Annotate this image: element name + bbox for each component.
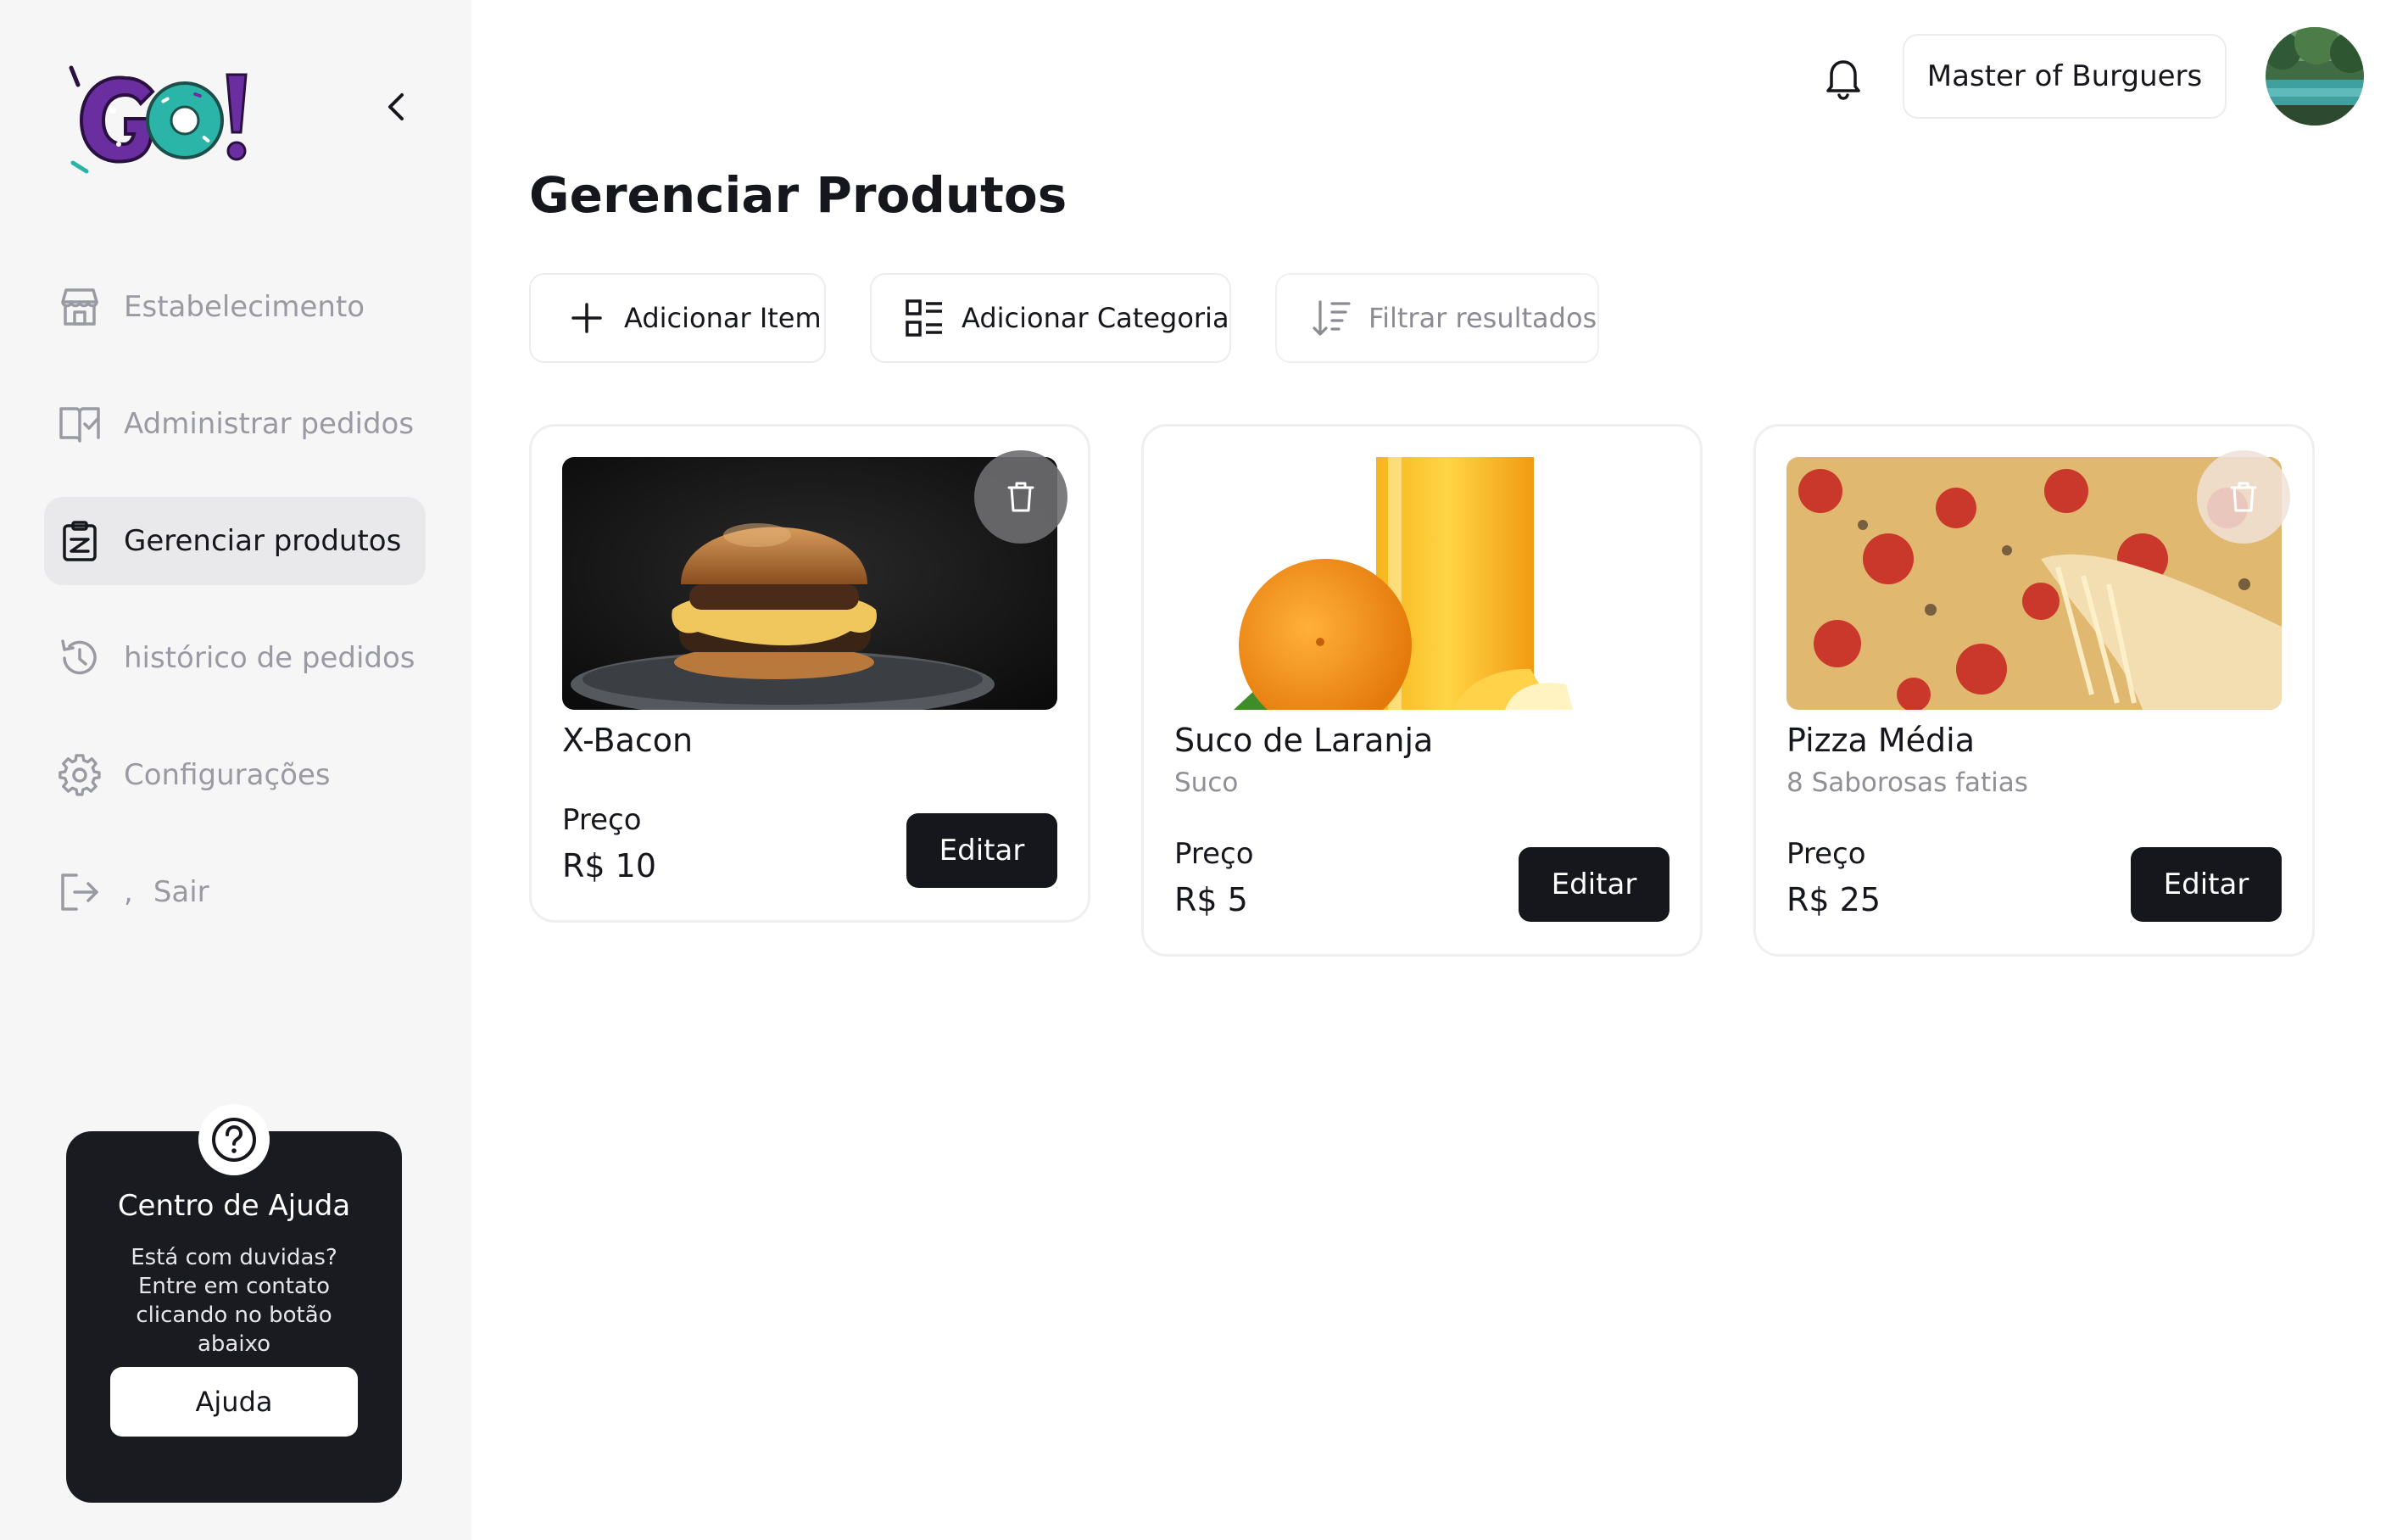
sidebar-item-gerenciar-produtos[interactable]: Gerenciar produtos [44, 497, 426, 585]
edit-product-button[interactable]: Editar [2131, 847, 2282, 922]
product-price: R$ 10 [562, 847, 657, 884]
store-selector[interactable]: Master of Burguers [1903, 34, 2227, 119]
sidebar-item-separator: , [124, 875, 133, 909]
help-text: Está com duvidas? Entre em contato clica… [131, 1245, 337, 1357]
bell-icon [1826, 60, 1860, 100]
collapse-sidebar-button[interactable] [373, 83, 421, 131]
question-icon [212, 1118, 256, 1162]
product-image-orange-juice [1174, 457, 1669, 710]
clipboard-icon [56, 517, 103, 565]
price-label: Preço [562, 803, 642, 837]
sidebar-item-label: Administrar pedidos [124, 407, 415, 441]
history-icon [56, 634, 103, 682]
add-item-button[interactable]: Adicionar Item [529, 273, 826, 363]
product-description: Suco [1174, 767, 1239, 798]
help-title: Centro de Ajuda [117, 1189, 351, 1223]
delete-product-button[interactable] [2197, 450, 2290, 544]
product-price: R$ 25 [1786, 881, 1881, 918]
product-card-suco-de-laranja: Suco de Laranja Suco Preço R$ 5 Editar [1141, 424, 1703, 957]
sort-filter-icon [1311, 298, 1352, 338]
avatar[interactable] [2266, 27, 2364, 126]
product-name: X-Bacon [562, 722, 694, 759]
sidebar-item-label: Configurações [124, 758, 331, 792]
sidebar: Estabelecimento Administrar pedidos Gere… [0, 0, 471, 1540]
avatar-image [2266, 27, 2364, 126]
add-category-label: Adicionar Categoria [962, 302, 1229, 334]
edit-product-button[interactable]: Editar [906, 813, 1057, 888]
sidebar-item-label: Sair [153, 875, 209, 909]
trash-icon [1007, 482, 1034, 512]
notifications-button[interactable] [1820, 54, 1867, 102]
plus-icon [566, 298, 607, 338]
filter-results-button[interactable]: Filtrar resultados [1275, 273, 1599, 363]
sidebar-item-label: Estabelecimento [124, 290, 365, 324]
delete-product-button[interactable] [974, 450, 1067, 544]
trash-icon [2230, 482, 2257, 512]
product-card-x-bacon: X-Bacon Preço R$ 10 Editar [529, 424, 1090, 923]
category-list-icon [904, 298, 945, 338]
sidebar-item-configuracoes[interactable]: Configurações [44, 731, 426, 819]
add-item-label: Adicionar Item [624, 302, 822, 334]
book-check-icon [56, 400, 103, 448]
help-icon-badge [198, 1104, 270, 1175]
edit-product-button[interactable]: Editar [1519, 847, 1669, 922]
gear-icon [56, 751, 103, 799]
sidebar-item-sair[interactable]: , Sair [44, 848, 426, 936]
product-name: Suco de Laranja [1174, 722, 1434, 759]
help-button[interactable]: Ajuda [110, 1367, 358, 1437]
sidebar-item-administrar-pedidos[interactable]: Administrar pedidos [44, 380, 426, 468]
chevron-left-icon [388, 93, 404, 120]
add-category-button[interactable]: Adicionar Categoria [870, 273, 1231, 363]
price-label: Preço [1174, 837, 1254, 871]
sidebar-nav: Estabelecimento Administrar pedidos Gere… [44, 263, 426, 965]
sidebar-item-label: Gerenciar produtos [124, 524, 402, 558]
logout-icon [56, 868, 103, 916]
sidebar-item-label: histórico de pedidos [124, 641, 415, 675]
filter-results-label: Filtrar resultados [1368, 302, 1597, 334]
sidebar-item-historico-de-pedidos[interactable]: histórico de pedidos [44, 614, 426, 702]
product-card-pizza-media: Pizza Média 8 Saborosas fatias Preço R$ … [1753, 424, 2315, 957]
help-center-card: Centro de Ajuda Está com duvidas? Entre … [66, 1104, 402, 1503]
product-name: Pizza Média [1786, 722, 1976, 759]
store-icon [56, 283, 103, 331]
page-title: Gerenciar Produtos [529, 166, 1067, 224]
product-price: R$ 5 [1174, 881, 1248, 918]
price-label: Preço [1786, 837, 1866, 871]
sidebar-item-estabelecimento[interactable]: Estabelecimento [44, 263, 426, 351]
product-description: 8 Saborosas fatias [1786, 767, 2028, 798]
app-logo[interactable] [66, 59, 253, 178]
